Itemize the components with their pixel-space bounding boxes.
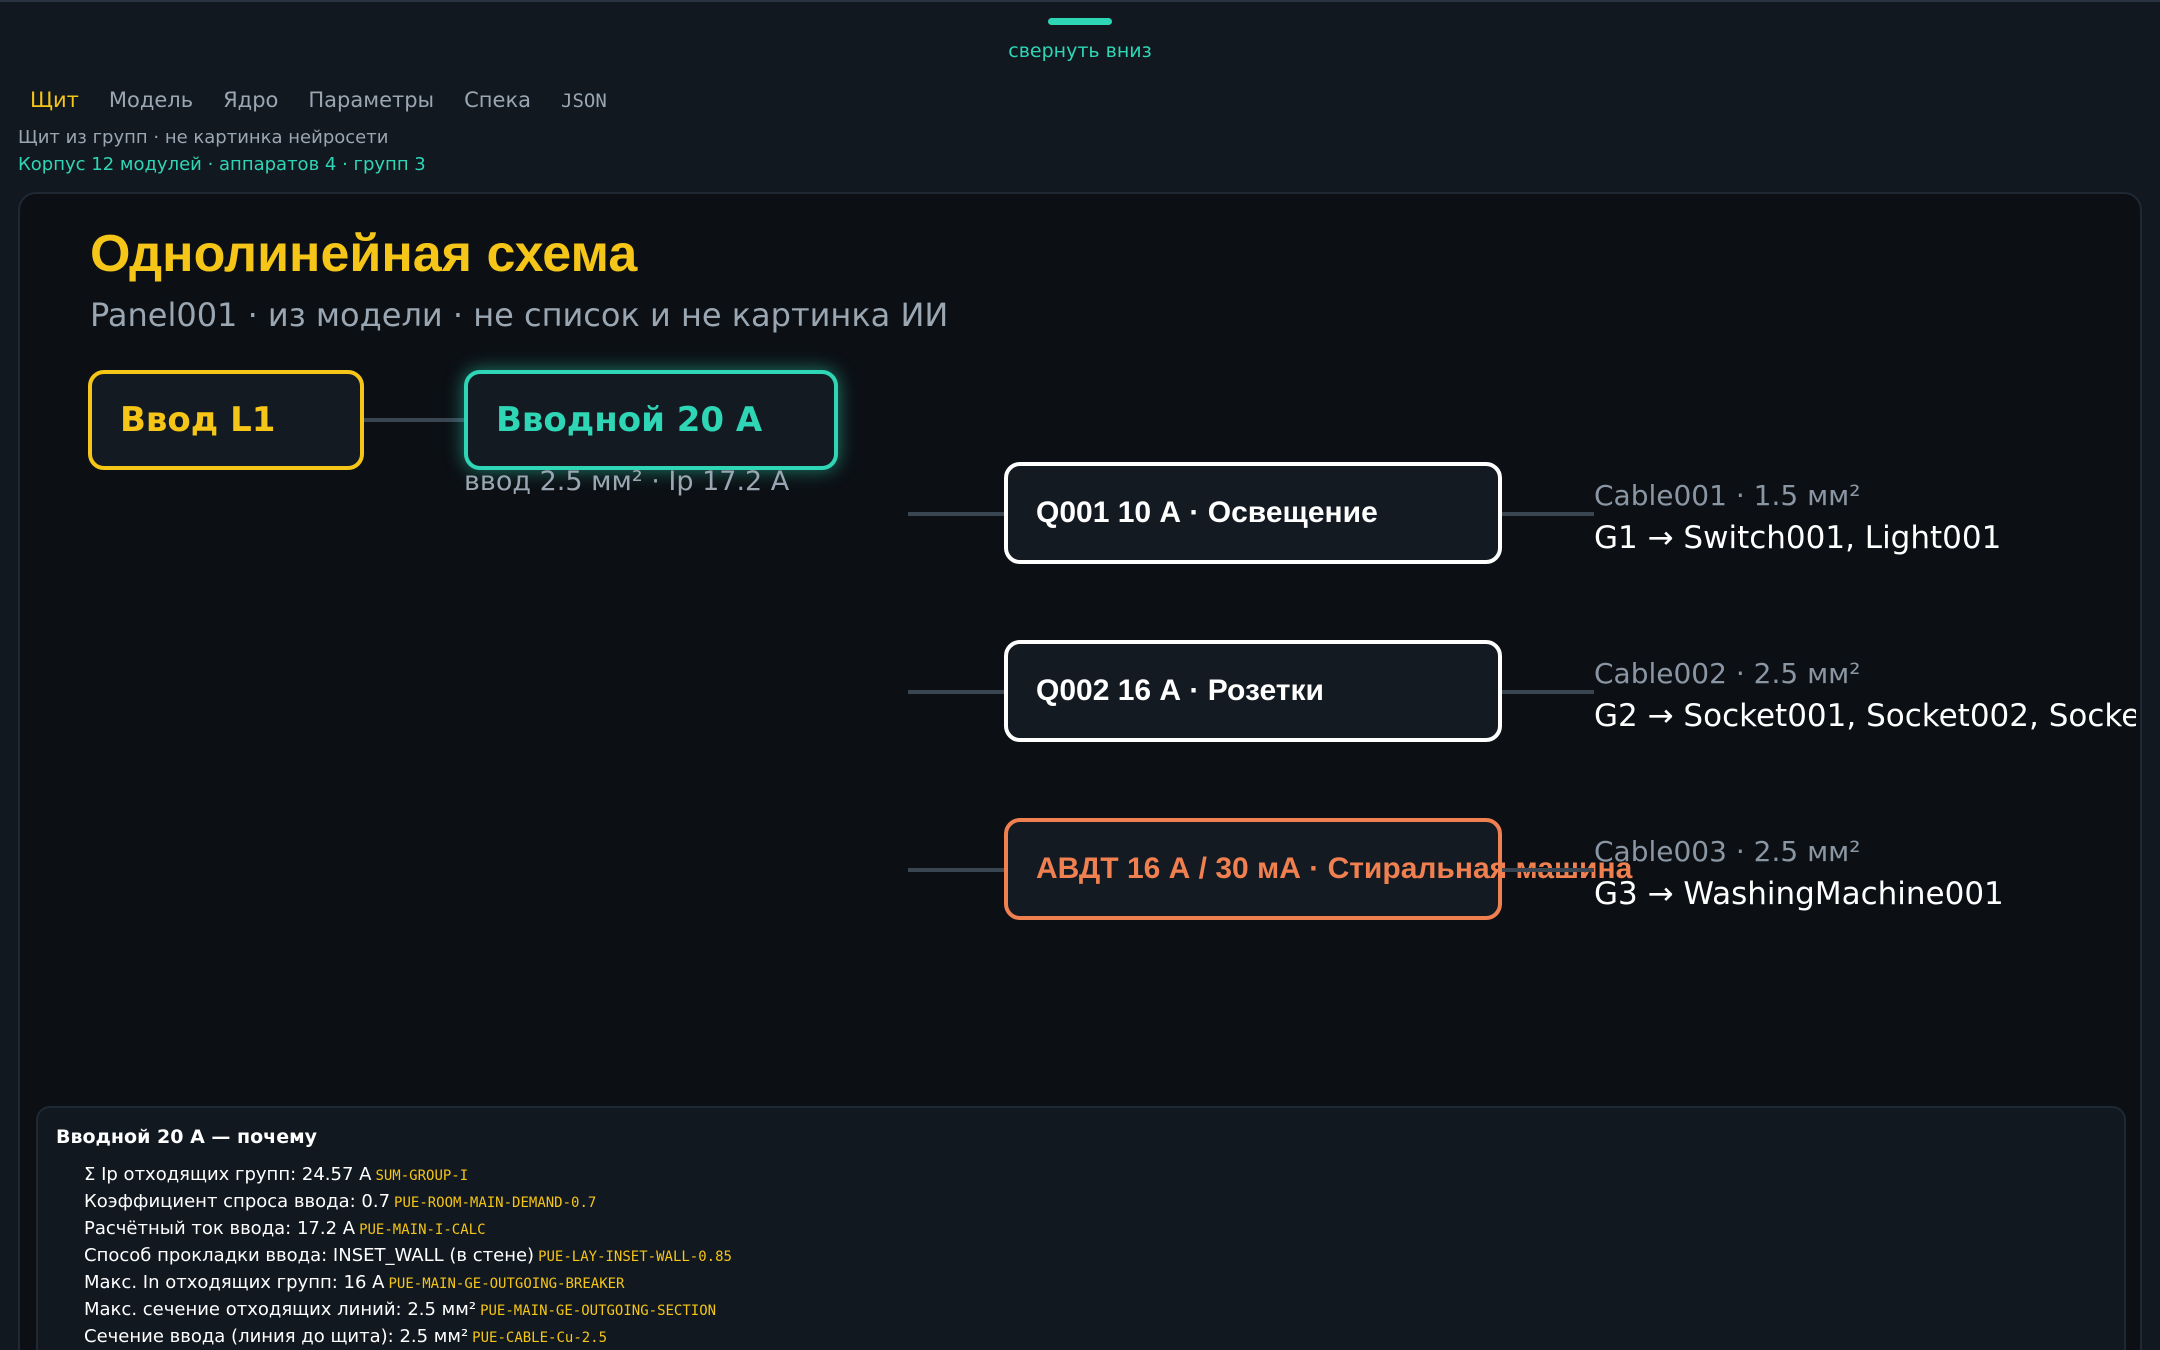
tab-spec[interactable]: Спека: [464, 88, 531, 112]
group-cable-label: Cable003 · 2.5 мм²: [1594, 835, 1861, 868]
group-breaker-node[interactable]: Q001 10 А · Освещение: [1004, 462, 1502, 564]
explanation-row: Макс. сечение отходящих линий: 2.5 мм² PU…: [84, 1299, 732, 1326]
bottom-sheet: свернуть вниз Щит Модель Ядро Параметры …: [0, 0, 2160, 1350]
explanation-text: Сечение ввода (линия до щита): 2.5 мм²: [84, 1326, 469, 1347]
wire-group-out: [1502, 690, 1594, 694]
group-breaker-node[interactable]: Q002 16 А · Розетки: [1004, 640, 1502, 742]
group-target-label: G1 → Switch001, Light001: [1594, 520, 2002, 556]
tab-bar: Щит Модель Ядро Параметры Спека JSON: [30, 88, 607, 112]
rule-code: PUE-CABLE-Cu-2.5: [472, 1330, 608, 1346]
wire-group-out: [1502, 512, 1594, 516]
explanation-row: Сечение ввода (линия до щита): 2.5 мм² PU…: [84, 1326, 732, 1350]
single-line-diagram: Однолинейная схема Panel001 · из модели …: [18, 192, 2142, 1350]
rule-code: PUE-MAIN-I-CALC: [359, 1222, 486, 1238]
explanation-row: Макс. In отходящих групп: 16 А PUE-MAIN-G…: [84, 1272, 732, 1299]
explanation-panel: Вводной 20 А — почему Σ Ip отходящих гру…: [36, 1106, 2126, 1350]
group-cable-label: Cable001 · 1.5 мм²: [1594, 479, 1861, 512]
wire-group-out: [1502, 868, 1594, 872]
diagram-title: Однолинейная схема: [90, 225, 638, 283]
wire-group-in: [908, 690, 1004, 694]
explanation-text: Способ прокладки ввода: INSET_WALL (в ст…: [84, 1245, 535, 1266]
panel-summary: Корпус 12 модулей · аппаратов 4 · групп …: [18, 154, 426, 175]
explanation-text: Σ Ip отходящих групп: 24.57 А: [84, 1164, 372, 1185]
rule-code: SUM-GROUP-I: [375, 1168, 469, 1184]
diagram-subtitle: Panel001 · из модели · не список и не ка…: [90, 296, 949, 334]
rule-code: PUE-MAIN-GE-OUTGOING-SECTION: [480, 1303, 717, 1319]
explanation-row: Коэффициент спроса ввода: 0.7 PUE-ROOM-MA…: [84, 1191, 732, 1218]
tab-core[interactable]: Ядро: [223, 88, 278, 112]
explanation-text: Коэффициент спроса ввода: 0.7: [84, 1191, 391, 1212]
explanation-text: Макс. In отходящих групп: 16 А: [84, 1272, 385, 1293]
explanation-title: Вводной 20 А — почему: [56, 1126, 318, 1148]
explanation-list: Σ Ip отходящих групп: 24.57 А SUM-GROUP-I…: [84, 1164, 732, 1350]
group-target-label: G3 → WashingMachine001: [1594, 876, 2004, 912]
tab-model[interactable]: Модель: [109, 88, 193, 112]
explanation-text: Макс. сечение отходящих линий: 2.5 мм²: [84, 1299, 477, 1320]
group-target-label: G2 → Socket001, Socket002, Socket003: [1594, 698, 2136, 734]
drag-handle[interactable]: [1048, 18, 1112, 25]
explanation-text: Расчётный ток ввода: 17.2 А: [84, 1218, 356, 1239]
explanation-row: Способ прокладки ввода: INSET_WALL (в ст…: [84, 1245, 732, 1272]
wire-group-in: [908, 512, 1004, 516]
rule-code: PUE-LAY-INSET-WALL-0.85: [538, 1249, 732, 1265]
main-breaker-note: ввод 2.5 мм² · Ip 17.2 А: [464, 466, 790, 497]
rule-code: PUE-MAIN-GE-OUTGOING-BREAKER: [388, 1276, 625, 1292]
rule-code: PUE-ROOM-MAIN-DEMAND-0.7: [394, 1195, 597, 1211]
wire-input-main: [364, 418, 464, 422]
explanation-row: Σ Ip отходящих групп: 24.57 А SUM-GROUP-I: [84, 1164, 732, 1191]
tab-parameters[interactable]: Параметры: [308, 88, 434, 112]
main-breaker-node[interactable]: Вводной 20 А: [464, 370, 838, 470]
wire-group-in: [908, 868, 1004, 872]
collapse-button[interactable]: свернуть вниз: [0, 40, 2160, 62]
explanation-row: Расчётный ток ввода: 17.2 А PUE-MAIN-I-CA…: [84, 1218, 732, 1245]
tab-json[interactable]: JSON: [561, 88, 607, 112]
panel-description: Щит из групп · не картинка нейросети: [18, 127, 389, 148]
tab-panel[interactable]: Щит: [30, 88, 79, 112]
group-cable-label: Cable002 · 2.5 мм²: [1594, 657, 1861, 690]
input-node[interactable]: Ввод L1: [88, 370, 364, 470]
rcbo-breaker-node[interactable]: АВДТ 16 А / 30 мА · Стиральная машина: [1004, 818, 1632, 920]
